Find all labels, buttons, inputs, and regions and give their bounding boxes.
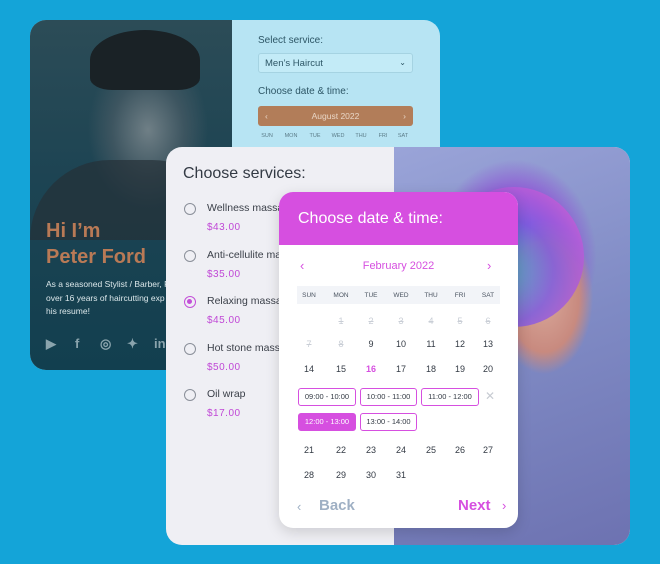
calendar-day: 2 bbox=[368, 316, 374, 326]
service-name[interactable]: Relaxing massa bbox=[207, 295, 282, 307]
prev-month-icon[interactable]: ‹ bbox=[300, 258, 304, 273]
chevron-right-icon: › bbox=[502, 498, 507, 513]
service-name[interactable]: Oil wrap bbox=[207, 388, 246, 400]
radio-button[interactable] bbox=[184, 296, 196, 308]
services-title: Choose services: bbox=[183, 165, 306, 182]
next-month-icon[interactable]: › bbox=[487, 258, 491, 273]
calendar-day[interactable]: 19 bbox=[446, 364, 474, 374]
calendar-day[interactable]: 26 bbox=[446, 445, 474, 455]
facebook-icon[interactable]: f bbox=[75, 336, 79, 351]
weekday-header: SAT bbox=[481, 292, 495, 299]
service-price: $43.00 bbox=[207, 222, 241, 233]
calendar-day: 5 bbox=[457, 316, 463, 326]
service-name[interactable]: Hot stone mass bbox=[207, 342, 280, 354]
calendar-day[interactable]: 23 bbox=[357, 445, 385, 455]
time-slot[interactable]: 09:00 - 10:00 bbox=[298, 388, 356, 406]
day-header: THU bbox=[355, 133, 367, 139]
month-bar: ‹ August 2022 › bbox=[258, 106, 413, 126]
weekday-header: FRI bbox=[454, 292, 466, 299]
card-title: Choose date & time: bbox=[279, 192, 518, 245]
service-select[interactable]: Men’s Haircut ⌄ bbox=[258, 53, 413, 73]
youtube-icon[interactable]: ▶ bbox=[46, 336, 56, 352]
calendar-day[interactable]: 24 bbox=[387, 445, 415, 455]
calendar-day[interactable]: 28 bbox=[295, 470, 323, 480]
photo-cap bbox=[90, 30, 200, 90]
weekday-header: MON bbox=[333, 292, 349, 299]
service-price: $45.00 bbox=[207, 315, 241, 326]
day-header: MON bbox=[284, 133, 298, 139]
service-name[interactable]: Wellness massa bbox=[207, 202, 283, 214]
chevron-down-icon: ⌄ bbox=[399, 58, 406, 67]
radio-button[interactable] bbox=[184, 203, 196, 215]
calendar-day: 8 bbox=[338, 339, 344, 349]
weekday-header: SUN bbox=[302, 292, 316, 299]
day-header: SUN bbox=[261, 133, 273, 139]
calendar-day[interactable]: 10 bbox=[387, 339, 415, 349]
calendar-day: 3 bbox=[398, 316, 404, 326]
weekday-header: TUE bbox=[364, 292, 378, 299]
calendar-day[interactable]: 16 bbox=[357, 364, 385, 374]
day-header: SAT bbox=[397, 133, 409, 139]
calendar-day[interactable]: 17 bbox=[387, 364, 415, 374]
radio-button[interactable] bbox=[184, 342, 196, 355]
calendar-day: 4 bbox=[428, 316, 434, 326]
next-button[interactable]: Next bbox=[458, 497, 491, 514]
calendar-day: 6 bbox=[485, 316, 491, 326]
calendar-day[interactable]: 15 bbox=[327, 364, 355, 374]
calendar-day[interactable]: 12 bbox=[446, 339, 474, 349]
service-price: $35.00 bbox=[207, 268, 241, 280]
calendar-day[interactable]: 25 bbox=[417, 445, 445, 455]
service-name[interactable]: Anti-cellulite ma bbox=[207, 249, 281, 261]
calendar-day[interactable]: 22 bbox=[327, 445, 355, 455]
calendar-day: 7 bbox=[306, 339, 312, 349]
twitter-icon[interactable]: ✦ bbox=[127, 336, 138, 352]
chevron-left-icon: ‹ bbox=[297, 499, 302, 514]
time-slot[interactable]: 13:00 - 14:00 bbox=[360, 413, 417, 431]
back-button[interactable]: Back bbox=[319, 497, 355, 514]
greeting: Hi I’m bbox=[46, 220, 101, 242]
date-time-card: Choose date & time: February 2022 ‹ › SU… bbox=[279, 192, 518, 528]
calendar-day[interactable]: 21 bbox=[295, 445, 323, 455]
calendar-day[interactable]: 31 bbox=[387, 470, 415, 480]
close-icon[interactable]: ✕ bbox=[485, 389, 495, 403]
next-month-icon[interactable]: › bbox=[403, 106, 406, 126]
instagram-icon[interactable]: ◎ bbox=[100, 336, 111, 352]
date-label: Choose date & time: bbox=[258, 86, 349, 97]
calendar-day[interactable]: 20 bbox=[474, 364, 502, 374]
day-header: TUE bbox=[309, 133, 321, 139]
weekday-header: WED bbox=[393, 292, 409, 299]
day-header: WED bbox=[331, 133, 345, 139]
calendar-day[interactable]: 14 bbox=[295, 364, 323, 374]
month-title: February 2022 bbox=[362, 260, 435, 272]
month-title: August 2022 bbox=[311, 111, 360, 121]
calendar-day[interactable]: 30 bbox=[357, 470, 385, 480]
weekday-header: THU bbox=[424, 292, 438, 299]
calendar-day[interactable]: 11 bbox=[417, 339, 445, 349]
radio-button[interactable] bbox=[184, 389, 196, 401]
stylist-name: Peter Ford bbox=[46, 246, 147, 268]
calendar-day[interactable]: 9 bbox=[357, 339, 385, 349]
calendar-day[interactable]: 29 bbox=[327, 470, 355, 480]
service-label: Select service: bbox=[258, 35, 324, 46]
service-price: $50.00 bbox=[207, 361, 241, 373]
time-slot[interactable]: 12:00 - 13:00 bbox=[298, 413, 356, 431]
radio-button[interactable] bbox=[184, 249, 196, 262]
time-slot[interactable]: 11:00 - 12:00 bbox=[421, 388, 479, 406]
calendar-day[interactable]: 27 bbox=[474, 445, 502, 455]
prev-month-icon[interactable]: ‹ bbox=[265, 106, 268, 126]
calendar-day[interactable]: 18 bbox=[417, 364, 445, 374]
time-slot[interactable]: 10:00 - 11:00 bbox=[360, 388, 417, 406]
service-price: $17.00 bbox=[207, 408, 241, 419]
calendar-day: 1 bbox=[338, 316, 344, 326]
linkedin-icon[interactable]: in bbox=[154, 336, 166, 351]
service-value: Men’s Haircut bbox=[265, 58, 323, 69]
calendar-day[interactable]: 13 bbox=[474, 339, 502, 349]
